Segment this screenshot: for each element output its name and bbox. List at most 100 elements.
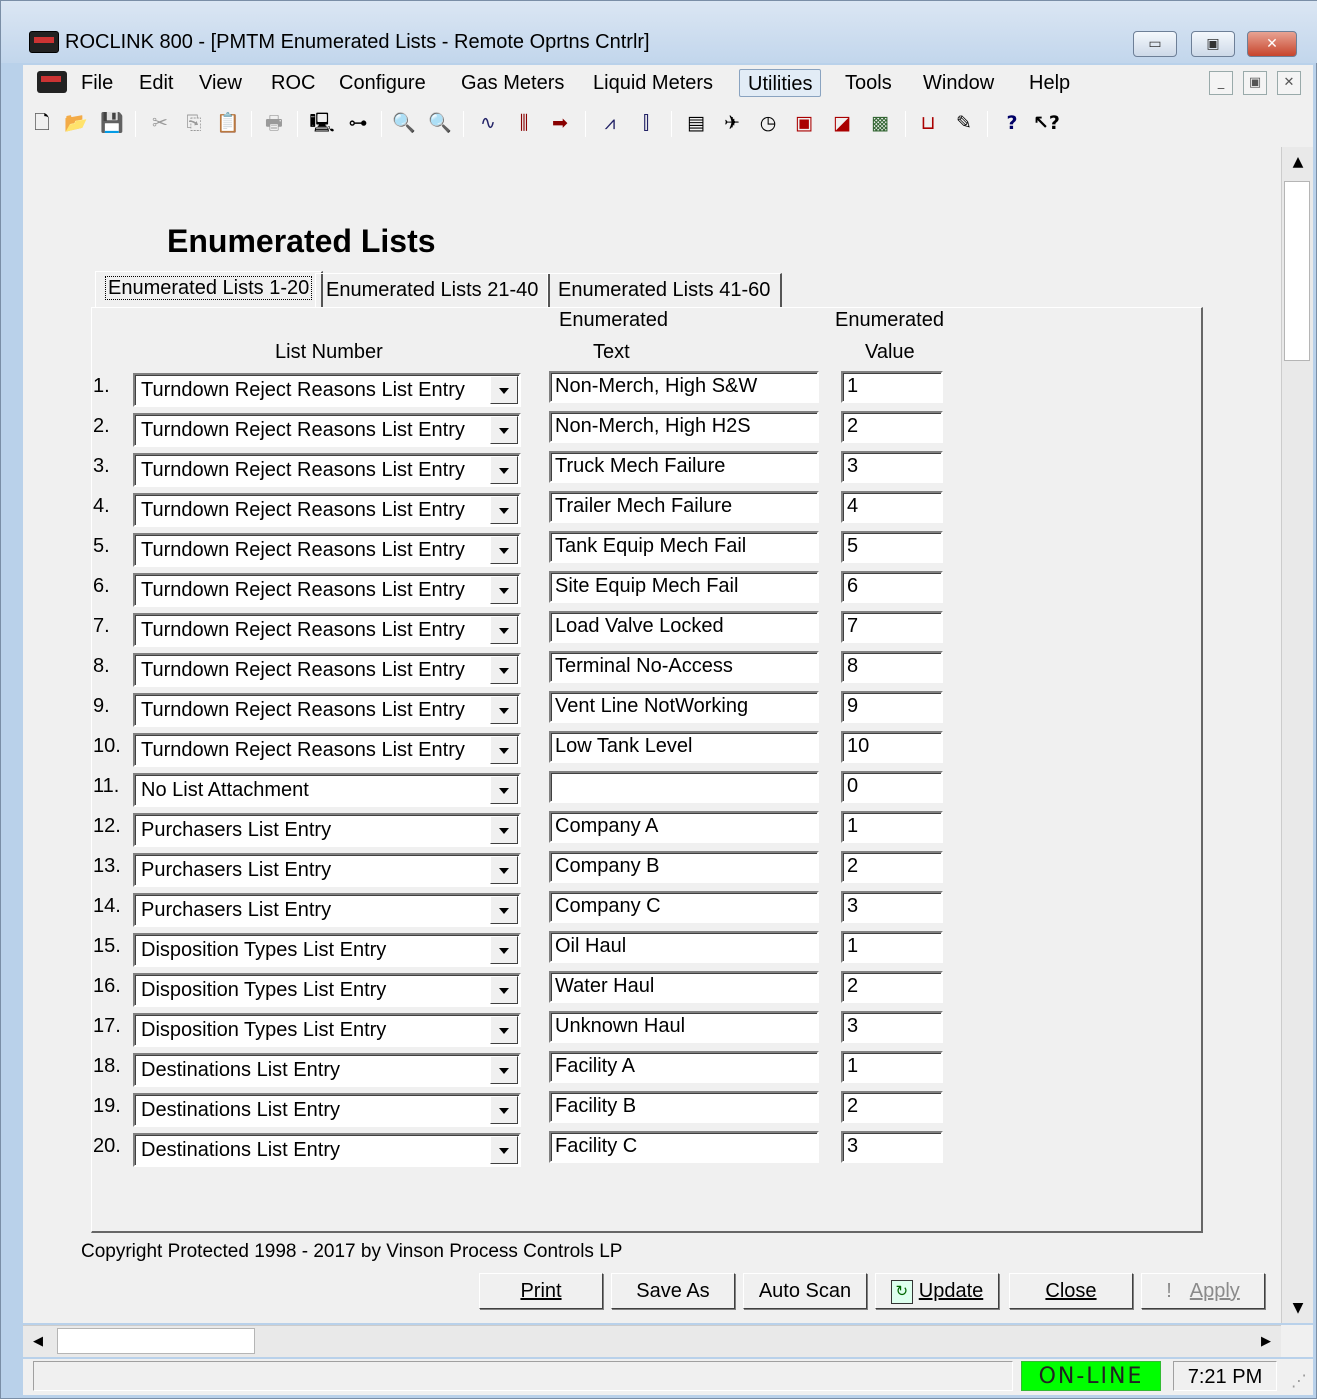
auto-scan-button[interactable]: Auto Scan — [743, 1273, 867, 1309]
arrow-icon[interactable]: ➡ — [547, 109, 573, 137]
menu-liquid-meters[interactable]: Liquid Meters — [585, 69, 721, 97]
list-number-dropdown[interactable]: Turndown Reject Reasons List Entry — [133, 733, 521, 767]
notes-icon[interactable]: ✎ — [951, 109, 977, 137]
enumerated-text-field[interactable]: Facility C — [549, 1131, 819, 1163]
maximize-button[interactable]: ▣ — [1191, 31, 1235, 57]
menu-file[interactable]: File — [73, 69, 121, 97]
mdi-close-button[interactable]: ✕ — [1277, 71, 1301, 95]
minimize-button[interactable]: ▭ — [1133, 31, 1177, 57]
enumerated-text-field[interactable]: Unknown Haul — [549, 1011, 819, 1043]
close-button[interactable]: Close — [1009, 1273, 1133, 1309]
enumerated-value-field[interactable]: 0 — [841, 771, 943, 803]
scroll-down-icon[interactable]: ▼ — [1282, 1293, 1314, 1323]
enumerated-text-field[interactable]: Company A — [549, 811, 819, 843]
list-number-dropdown[interactable]: Turndown Reject Reasons List Entry — [133, 373, 521, 407]
config-icon[interactable]: ◪ — [829, 109, 855, 137]
enumerated-value-field[interactable]: 2 — [841, 971, 943, 1003]
chevron-down-icon[interactable] — [490, 696, 518, 724]
chevron-down-icon[interactable] — [490, 456, 518, 484]
enumerated-text-field[interactable]: Terminal No-Access — [549, 651, 819, 683]
enumerated-value-field[interactable]: 2 — [841, 1091, 943, 1123]
connect-icon[interactable]: 🖳 — [309, 109, 335, 137]
mdi-restore-button[interactable]: ▣ — [1243, 71, 1267, 95]
enumerated-text-field[interactable] — [549, 771, 819, 803]
chevron-down-icon[interactable] — [490, 936, 518, 964]
enumerated-value-field[interactable]: 1 — [841, 811, 943, 843]
chevron-down-icon[interactable] — [490, 1096, 518, 1124]
enumerated-value-field[interactable]: 3 — [841, 1011, 943, 1043]
chevron-down-icon[interactable] — [490, 616, 518, 644]
list-number-dropdown[interactable]: Disposition Types List Entry — [133, 1013, 521, 1047]
list-number-dropdown[interactable]: Disposition Types List Entry — [133, 973, 521, 1007]
scroll-left-icon[interactable]: ◀ — [23, 1326, 53, 1358]
enumerated-value-field[interactable]: 1 — [841, 931, 943, 963]
list-number-dropdown[interactable]: Turndown Reject Reasons List Entry — [133, 493, 521, 527]
zoom-in-icon[interactable]: 🔍 — [391, 109, 417, 137]
enumerated-text-field[interactable]: Tank Equip Mech Fail — [549, 531, 819, 563]
chevron-down-icon[interactable] — [490, 1056, 518, 1084]
chevron-down-icon[interactable] — [490, 656, 518, 684]
roclink-app-icon[interactable] — [29, 31, 59, 53]
open-icon[interactable]: 📂 — [63, 109, 89, 137]
menu-window[interactable]: Window — [915, 69, 1002, 97]
chart-icon[interactable]: ⊔ — [915, 109, 941, 137]
enumerated-value-field[interactable]: 1 — [841, 1051, 943, 1083]
document-icon[interactable] — [37, 71, 67, 93]
apply-button[interactable]: ! Apply — [1141, 1273, 1265, 1309]
horizontal-scrollbar[interactable]: ◀ ▶ — [23, 1325, 1281, 1357]
chevron-down-icon[interactable] — [490, 856, 518, 884]
chevron-down-icon[interactable] — [490, 416, 518, 444]
enumerated-text-field[interactable]: Vent Line NotWorking — [549, 691, 819, 723]
enumerated-value-field[interactable]: 10 — [841, 731, 943, 763]
list-number-dropdown[interactable]: Destinations List Entry — [133, 1053, 521, 1087]
save-icon[interactable]: 💾 — [99, 109, 125, 137]
enumerated-value-field[interactable]: 8 — [841, 651, 943, 683]
chevron-down-icon[interactable] — [490, 576, 518, 604]
paste-icon[interactable]: 📋 — [215, 109, 241, 137]
vertical-scrollbar[interactable]: ▲ ▼ — [1281, 147, 1313, 1323]
scroll-up-icon[interactable]: ▲ — [1282, 147, 1314, 177]
save-as-button[interactable]: Save As — [611, 1273, 735, 1309]
enumerated-text-field[interactable]: Facility B — [549, 1091, 819, 1123]
signal-icon[interactable]: ⫼ — [511, 109, 537, 137]
print-button[interactable]: Print — [479, 1273, 603, 1309]
chevron-down-icon[interactable] — [490, 736, 518, 764]
list-number-dropdown[interactable]: Turndown Reject Reasons List Entry — [133, 533, 521, 567]
mdi-minimize-button[interactable]: _ — [1209, 71, 1233, 95]
chevron-down-icon[interactable] — [490, 496, 518, 524]
list-number-dropdown[interactable]: Purchasers List Entry — [133, 813, 521, 847]
enumerated-text-field[interactable]: Load Valve Locked — [549, 611, 819, 643]
list-number-dropdown[interactable]: No List Attachment — [133, 773, 521, 807]
list-number-dropdown[interactable]: Turndown Reject Reasons List Entry — [133, 413, 521, 447]
close-window-button[interactable]: ✕ — [1247, 31, 1297, 57]
enumerated-value-field[interactable]: 9 — [841, 691, 943, 723]
menu-gas-meters[interactable]: Gas Meters — [453, 69, 572, 97]
wave-icon[interactable]: ∿ — [475, 109, 501, 137]
enumerated-value-field[interactable]: 2 — [841, 411, 943, 443]
chevron-down-icon[interactable] — [490, 1136, 518, 1164]
enumerated-text-field[interactable]: Trailer Mech Failure — [549, 491, 819, 523]
horizontal-scroll-thumb[interactable] — [57, 1328, 255, 1354]
enumerated-text-field[interactable]: Company B — [549, 851, 819, 883]
enumerated-text-field[interactable]: Low Tank Level — [549, 731, 819, 763]
menu-edit[interactable]: Edit — [131, 69, 181, 97]
tab-enumerated-lists-21-40[interactable]: Enumerated Lists 21-40 — [315, 273, 551, 307]
chevron-down-icon[interactable] — [490, 1016, 518, 1044]
enumerated-text-field[interactable]: Truck Mech Failure — [549, 451, 819, 483]
tab-enumerated-lists-1-20[interactable]: Enumerated Lists 1-20 — [95, 271, 324, 307]
enumerated-value-field[interactable]: 7 — [841, 611, 943, 643]
enumerated-value-field[interactable]: 2 — [841, 851, 943, 883]
menu-help[interactable]: Help — [1021, 69, 1078, 97]
list-number-dropdown[interactable]: Destinations List Entry — [133, 1093, 521, 1127]
list-number-dropdown[interactable]: Purchasers List Entry — [133, 893, 521, 927]
enumerated-value-field[interactable]: 3 — [841, 1131, 943, 1163]
cut-icon[interactable]: ✂ — [147, 109, 173, 137]
list-number-dropdown[interactable]: Turndown Reject Reasons List Entry — [133, 453, 521, 487]
new-icon[interactable]: 🗋 — [29, 109, 55, 137]
context-help-icon[interactable]: ↖? — [1033, 109, 1060, 137]
enumerated-value-field[interactable]: 1 — [841, 371, 943, 403]
enumerated-text-field[interactable]: Water Haul — [549, 971, 819, 1003]
enumerated-text-field[interactable]: Oil Haul — [549, 931, 819, 963]
list-number-dropdown[interactable]: Disposition Types List Entry — [133, 933, 521, 967]
menu-tools[interactable]: Tools — [837, 69, 900, 97]
